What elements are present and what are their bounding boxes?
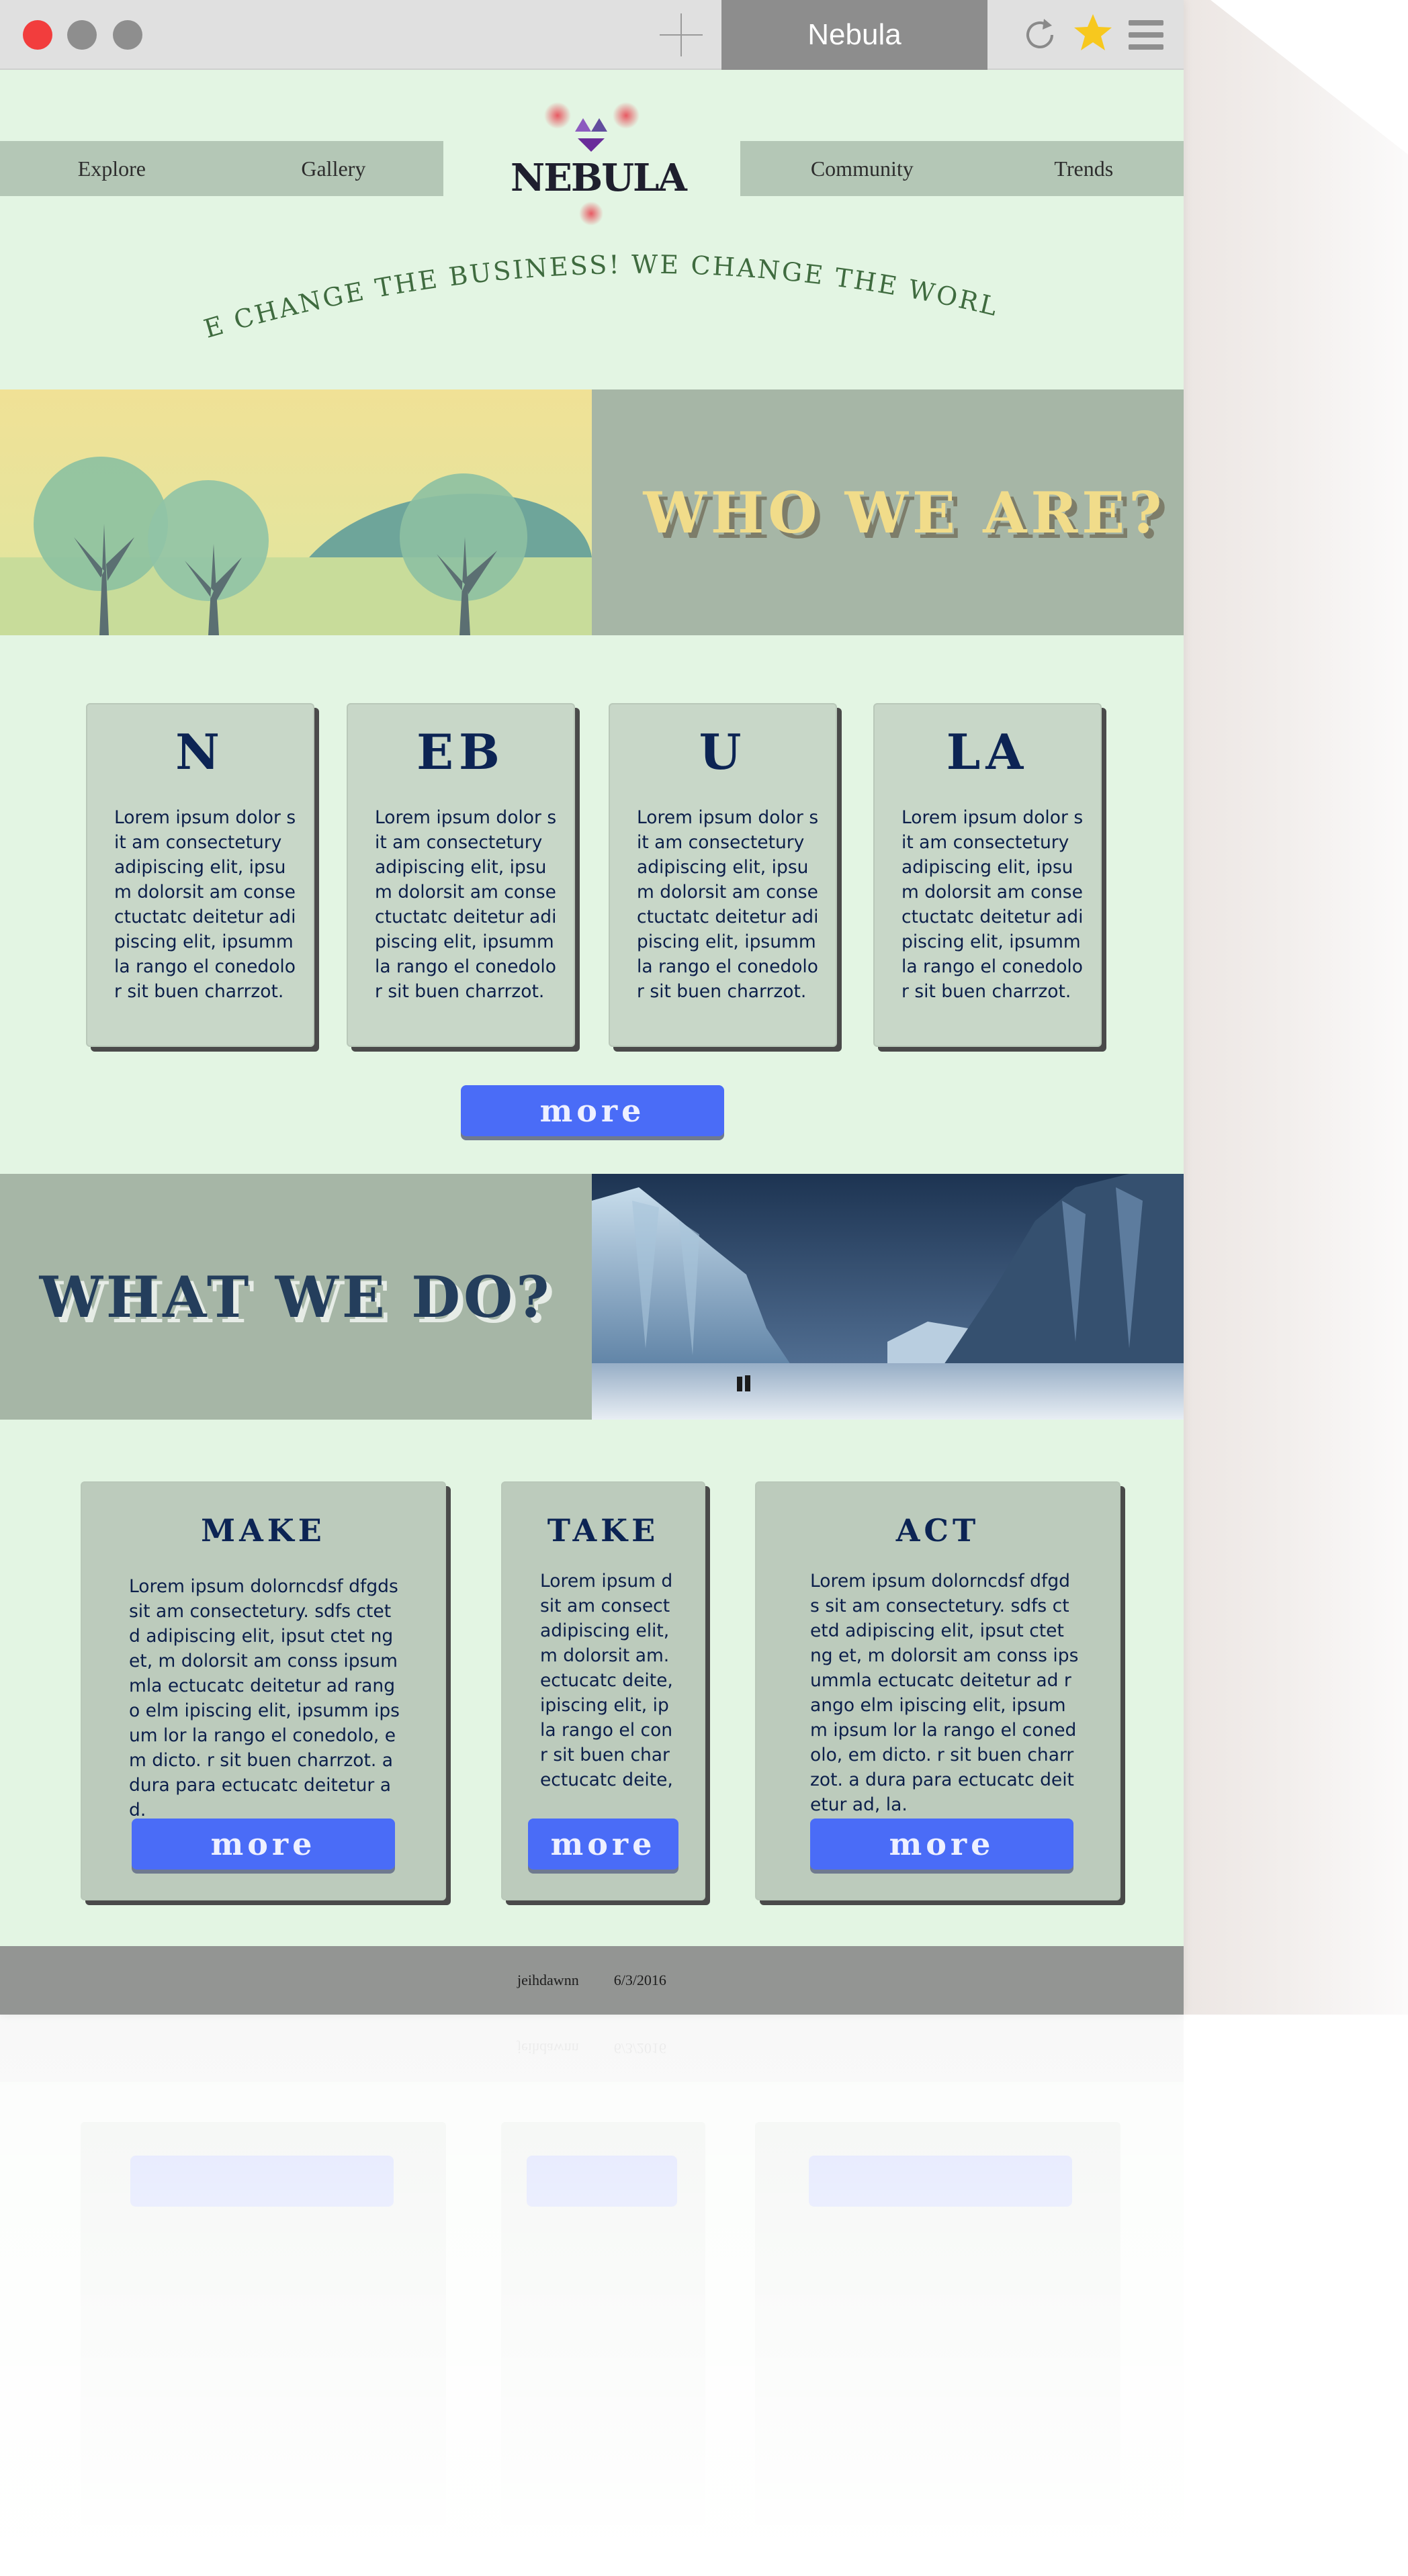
- reflection-fade: [0, 2015, 1184, 2576]
- who-we-are-panel: WHO WE ARE?: [592, 389, 1184, 635]
- who-we-are-heading: WHO WE ARE?: [643, 479, 1166, 546]
- more-button-make[interactable]: more: [132, 1819, 395, 1870]
- card-text: Lorem ipsum dolorncdsf dfgds sit am cons…: [129, 1576, 400, 1821]
- card-n: N Lorem ipsum dolor sit am consectetury …: [86, 703, 314, 1047]
- title-bar: Nebula: [0, 0, 1184, 70]
- nav-left: Explore Gallery: [0, 141, 443, 196]
- card-title: N: [175, 723, 225, 780]
- close-window-icon[interactable]: [23, 20, 52, 50]
- card-take: TAKE Lorem ipsum d sit am consect adipis…: [501, 1481, 705, 1900]
- nav-link-gallery[interactable]: Gallery: [301, 156, 365, 181]
- browser-window: Nebula Explore Gallery Community Trends: [0, 0, 1184, 2015]
- logo-text: NEBULA: [511, 156, 687, 200]
- what-we-do-panel: WHAT WE DO?: [0, 1174, 592, 1420]
- card-title: U: [699, 723, 747, 780]
- footer-author: jeihdawnn: [517, 1972, 579, 1988]
- card-title: EB: [416, 723, 505, 780]
- card-eb: EB Lorem ipsum dolor sit am consectetury…: [347, 703, 575, 1047]
- card-title: TAKE: [547, 1512, 660, 1549]
- card-text: Lorem ipsum dolorncdsf dfgds sit am cons…: [810, 1571, 1079, 1815]
- what-we-do-banner: WHAT WE DO?: [0, 1174, 1184, 1420]
- footer: jeihdawnn 6/3/2016: [0, 1946, 1184, 2015]
- minimize-window-icon[interactable]: [67, 20, 97, 50]
- slogan: “WE CHANGE THE BUSINESS! WE CHANGE THE W…: [202, 242, 1002, 344]
- more-button-take[interactable]: more: [528, 1819, 678, 1870]
- more-button-act[interactable]: more: [810, 1819, 1073, 1870]
- glacier-image: [592, 1174, 1184, 1420]
- nav-link-trends[interactable]: Trends: [1054, 156, 1113, 181]
- page-shadow: [1184, 0, 1408, 2015]
- card-text: Lorem ipsum dolor sit am consectetury ad…: [114, 807, 296, 1002]
- card-text: Lorem ipsum dolor sit am consectetury ad…: [375, 807, 557, 1002]
- slogan-text: “WE CHANGE THE BUSINESS! WE CHANGE THE W…: [202, 242, 1002, 344]
- bookmark-star-icon[interactable]: [1072, 12, 1114, 54]
- card-text: Lorem ipsum dolor sit am consectetury ad…: [637, 807, 819, 1002]
- card-la: LA Lorem ipsum dolor sit am consectetury…: [873, 703, 1102, 1047]
- footer-date: 6/3/2016: [613, 1972, 666, 1988]
- nav-link-community[interactable]: Community: [811, 156, 914, 181]
- card-title: ACT: [895, 1512, 980, 1549]
- more-button-who[interactable]: more: [461, 1085, 724, 1136]
- browser-tab[interactable]: Nebula: [721, 0, 987, 70]
- card-text: Lorem ipsum dolor sit am consectetury ad…: [901, 807, 1084, 1002]
- nav-link-explore[interactable]: Explore: [78, 156, 146, 181]
- nebula-logo[interactable]: NEBULA: [511, 101, 687, 228]
- new-tab-icon[interactable]: [660, 13, 703, 56]
- card-make: MAKE Lorem ipsum dolorncdsf dfgds sit am…: [81, 1481, 446, 1900]
- card-title: MAKE: [201, 1512, 326, 1549]
- who-we-are-banner: WHO WE ARE?: [0, 389, 1184, 635]
- card-u: U Lorem ipsum dolor sit am consectetury …: [609, 703, 837, 1047]
- card-act: ACT Lorem ipsum dolorncdsf dfgds sit am …: [755, 1481, 1120, 1900]
- svg-text:“WE CHANGE THE BUSINESS! WE CH: “WE CHANGE THE BUSINESS! WE CHANGE THE W…: [202, 242, 1002, 344]
- what-we-do-heading: WHAT WE DO?: [39, 1263, 553, 1330]
- tab-title: Nebula: [807, 18, 901, 51]
- reload-icon[interactable]: [1021, 16, 1059, 54]
- menu-icon[interactable]: [1129, 20, 1163, 50]
- zoom-window-icon[interactable]: [113, 20, 142, 50]
- trees-illustration: [0, 389, 592, 635]
- card-title: LA: [946, 723, 1029, 780]
- nav-right: Community Trends: [740, 141, 1184, 196]
- card-text: Lorem ipsum d sit am consect adipiscing …: [540, 1571, 673, 1790]
